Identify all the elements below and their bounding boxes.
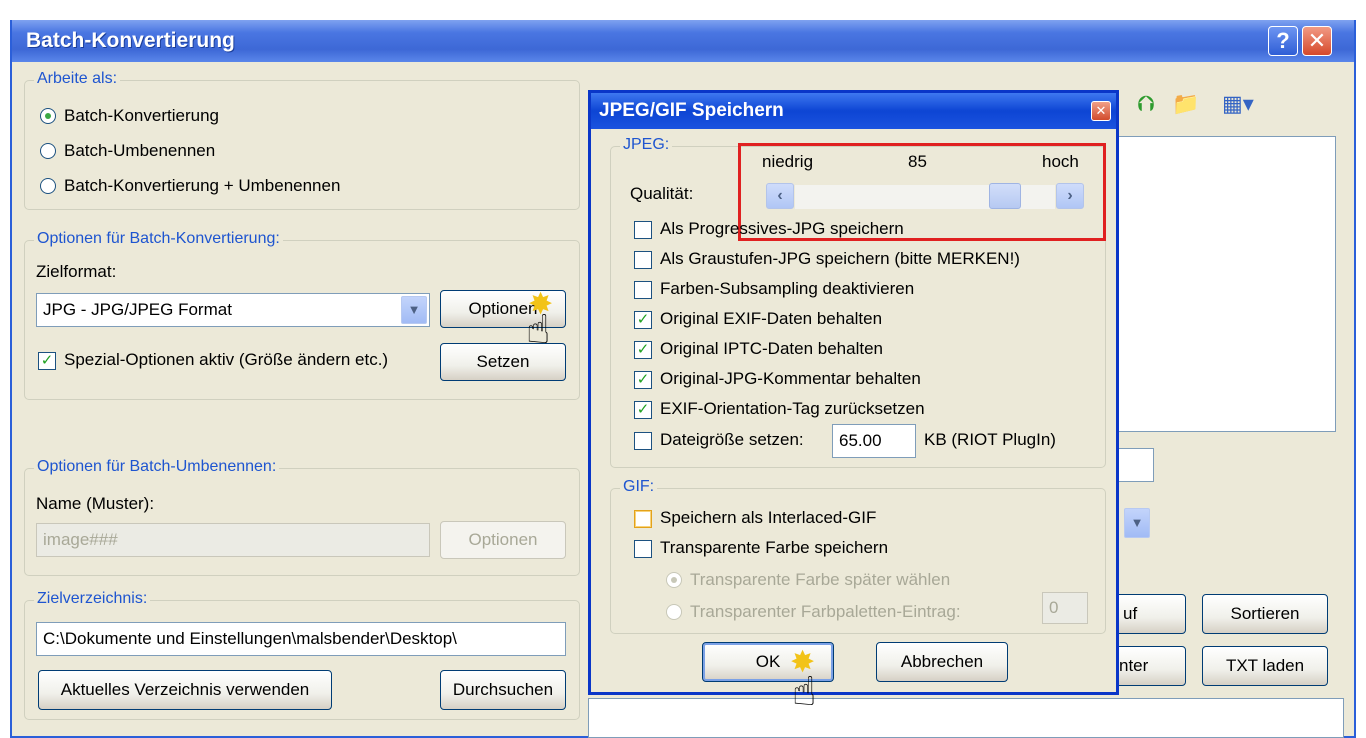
- dialog-close-button[interactable]: ✕: [1091, 101, 1111, 121]
- dateigroesse-label[interactable]: Dateigröße setzen:: [660, 430, 804, 450]
- durchsuchen-button[interactable]: Durchsuchen: [440, 670, 566, 710]
- jpeg-option-label[interactable]: EXIF-Orientation-Tag zurücksetzen: [660, 399, 925, 419]
- zielformat-value: JPG - JPG/JPEG Format: [43, 300, 232, 319]
- gif-transparent-label[interactable]: Transparente Farbe speichern: [660, 538, 888, 558]
- dateigroesse-input[interactable]: 65.00: [832, 424, 916, 458]
- zielformat-select[interactable]: JPG - JPG/JPEG Format: [36, 293, 430, 327]
- radio-batch-konvertierung-umbenennen-label[interactable]: Batch-Konvertierung + Umbenennen: [64, 176, 340, 196]
- radio-transparent-later-label[interactable]: Transparente Farbe später wählen: [690, 570, 950, 590]
- radio-transparent-palette-label[interactable]: Transparenter Farbpaletten-Eintrag:: [690, 602, 961, 622]
- main-titlebar: Batch-Konvertierung ? ✕: [12, 20, 1354, 62]
- dateigroesse-unit: KB (RIOT PlugIn): [924, 430, 1056, 449]
- help-button[interactable]: ?: [1268, 26, 1298, 56]
- radio-batch-umbenennen[interactable]: [40, 143, 56, 159]
- abbrechen-button[interactable]: Abbrechen: [876, 642, 1008, 682]
- dateigroesse-checkbox[interactable]: [634, 432, 652, 450]
- jpeg-option-label[interactable]: Original EXIF-Daten behalten: [660, 309, 882, 329]
- folder-up-icon[interactable]: ⮉: [1138, 92, 1155, 116]
- gif-interlaced-checkbox[interactable]: [634, 510, 652, 528]
- palette-index-input[interactable]: 0: [1042, 592, 1088, 624]
- bottom-list[interactable]: [588, 698, 1344, 738]
- dialog-title: JPEG/GIF Speichern: [599, 100, 784, 121]
- zielverzeichnis-title: Zielverzeichnis:: [34, 590, 151, 608]
- radio-batch-konvertierung-label[interactable]: Batch-Konvertierung: [64, 106, 219, 126]
- radio-transparent-palette[interactable]: [666, 604, 682, 620]
- aktuelles-verzeichnis-button[interactable]: Aktuelles Verzeichnis verwenden: [38, 670, 332, 710]
- gif-group-title: GIF:: [620, 478, 658, 496]
- batch-umbenennen-title: Optionen für Batch-Umbenennen:: [34, 458, 280, 476]
- sortieren-button[interactable]: Sortieren: [1202, 594, 1328, 634]
- hand-cursor-icon-ok: ☝: [792, 670, 817, 714]
- view-menu-icon[interactable]: ▦▾: [1222, 92, 1254, 116]
- jpeg-option-label[interactable]: Als Graustufen-JPG speichern (bitte MERK…: [660, 249, 1020, 269]
- hand-cursor-icon: ☝: [526, 308, 551, 352]
- gif-transparent-checkbox[interactable]: [634, 540, 652, 558]
- quality-label: Qualität:: [630, 184, 694, 203]
- chevron-down-icon-right[interactable]: ▼: [1124, 508, 1150, 538]
- file-list[interactable]: [1118, 136, 1336, 432]
- chevron-down-icon[interactable]: ▼: [401, 296, 427, 324]
- radio-batch-konvertierung-umbenennen[interactable]: [40, 178, 56, 194]
- jpeg-option-label[interactable]: Original-JPG-Kommentar behalten: [660, 369, 921, 389]
- right-input-partial[interactable]: [1118, 448, 1154, 482]
- batch-konvertierung-title: Optionen für Batch-Konvertierung:: [34, 230, 283, 248]
- jpeg-option-label[interactable]: Als Progressives-JPG speichern: [660, 219, 904, 239]
- zielverzeichnis-input[interactable]: C:\Dokumente und Einstellungen\malsbende…: [36, 622, 566, 656]
- jpeg-option-checkbox[interactable]: ✓: [634, 311, 652, 329]
- radio-transparent-later[interactable]: [666, 572, 682, 588]
- jpeg-option-checkbox[interactable]: ✓: [634, 341, 652, 359]
- jpeg-option-label[interactable]: Original IPTC-Daten behalten: [660, 339, 883, 359]
- arbeite-als-title: Arbeite als:: [34, 70, 121, 88]
- gif-interlaced-label[interactable]: Speichern als Interlaced-GIF: [660, 508, 876, 528]
- name-muster-label: Name (Muster):: [36, 494, 155, 513]
- jpeg-option-checkbox[interactable]: [634, 251, 652, 269]
- jpeg-option-checkbox[interactable]: [634, 221, 652, 239]
- radio-batch-konvertierung[interactable]: [40, 108, 56, 124]
- jpeg-option-checkbox[interactable]: ✓: [634, 401, 652, 419]
- jpeg-option-label[interactable]: Farben-Subsampling deaktivieren: [660, 279, 914, 299]
- jpeg-option-checkbox[interactable]: ✓: [634, 371, 652, 389]
- close-button[interactable]: ✕: [1302, 26, 1332, 56]
- umbenennen-optionen-button[interactable]: Optionen: [440, 521, 566, 559]
- txt-laden-button[interactable]: TXT laden: [1202, 646, 1328, 686]
- jpeg-option-checkbox[interactable]: [634, 281, 652, 299]
- zielformat-label: Zielformat:: [36, 262, 117, 281]
- spezial-optionen-label[interactable]: Spezial-Optionen aktiv (Größe ändern etc…: [64, 350, 388, 370]
- window-title: Batch-Konvertierung: [26, 29, 235, 52]
- spezial-optionen-checkbox[interactable]: ✓: [38, 352, 56, 370]
- new-folder-icon[interactable]: 📁: [1172, 92, 1199, 116]
- dialog-titlebar: JPEG/GIF Speichern ✕: [591, 93, 1116, 129]
- radio-batch-umbenennen-label[interactable]: Batch-Umbenennen: [64, 141, 215, 161]
- jpeg-group-title: JPEG:: [620, 136, 673, 154]
- name-muster-input[interactable]: image###: [36, 523, 430, 557]
